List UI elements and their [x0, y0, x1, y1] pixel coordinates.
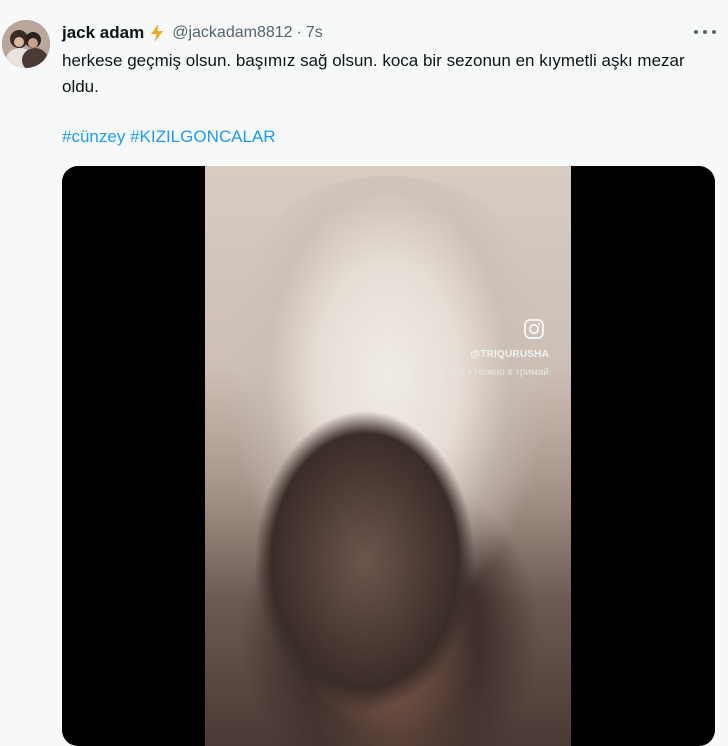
video-player[interactable]: @TRIQURUSHA ïoy • Нежно х тримай	[62, 166, 715, 746]
hashtag-cunzey[interactable]: #cünzey	[62, 127, 125, 146]
author-name[interactable]: jack adam	[62, 23, 144, 43]
author-handle[interactable]: @jackadam8812	[172, 24, 292, 42]
more-options-icon[interactable]	[694, 24, 716, 40]
avatar-photo	[2, 20, 50, 68]
tweet: jack adam @jackadam8812 · 7s herkese geç…	[0, 0, 728, 746]
instagram-icon	[524, 319, 544, 339]
tweet-header: jack adam @jackadam8812 · 7s	[62, 22, 323, 44]
hashtags: #cünzey #KIZILGONCALAR	[62, 125, 276, 149]
video-overlay-music: ïoy • Нежно х тримай	[451, 367, 549, 378]
video-frame[interactable]: @TRIQURUSHA ïoy • Нежно х тримай	[205, 166, 571, 746]
timestamp[interactable]: 7s	[306, 24, 323, 42]
separator-dot: ·	[296, 24, 302, 41]
video-face-shape	[250, 391, 480, 721]
tweet-text: herkese geçmiş olsun. başımız sağ olsun.…	[62, 51, 685, 96]
lightning-bolt-icon	[148, 23, 166, 43]
avatar[interactable]	[2, 20, 50, 68]
hashtag-kizilgoncalar[interactable]: #KIZILGONCALAR	[130, 127, 276, 146]
video-overlay-handle: @TRIQURUSHA	[470, 349, 549, 360]
